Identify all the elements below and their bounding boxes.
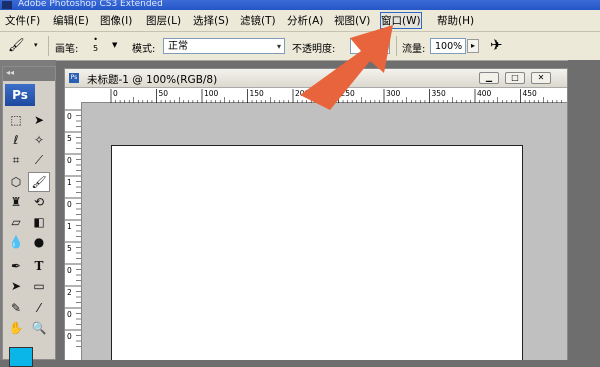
menu-analysis[interactable]: 分析(A) [287,13,323,28]
maximize-button[interactable]: □ [505,72,525,84]
document-icon: Ps [69,73,79,83]
ruler-v-tick-label: 5 [67,134,72,143]
mode-select[interactable]: 正常 ▾ [163,38,285,54]
ruler-h-tick-label: 350 [432,89,447,98]
brush-size-value: 5 [93,44,99,53]
type-tool-icon[interactable]: T [29,257,49,275]
brush-preset-icon[interactable]: 🖌 [8,38,25,53]
ruler-v-tick-label: 0 [67,156,72,165]
healing-brush-tool-icon[interactable]: ⬡ [6,173,26,191]
foreground-color-swatch[interactable] [9,347,33,367]
ruler-h-tick-label: 200 [295,89,310,98]
flow-label: 流量: [402,44,426,55]
ruler-origin[interactable] [65,88,82,103]
path-selection-tool-icon[interactable]: ➤ [6,277,26,295]
divider [396,36,397,56]
shape-tool-icon[interactable]: ▭ [29,277,49,295]
eraser-tool-icon[interactable]: ▱ [6,213,26,231]
blur-tool-icon[interactable]: 💧 [6,233,26,251]
history-brush-tool-icon[interactable]: ⟲ [29,193,49,211]
menu-layer[interactable]: 图层(L) [146,13,181,28]
magic-wand-tool-icon[interactable]: ✧ [29,131,49,149]
brush-size-preview[interactable]: • 5 [93,35,98,53]
window-title-bar: Adobe Photoshop CS3 Extended [0,0,600,10]
collapse-icon[interactable]: ◂◂ [6,68,14,77]
ruler-v-tick-label: 5 [67,244,72,253]
ruler-v-tick-label: 1 [67,222,72,231]
menu-select[interactable]: 选择(S) [193,13,229,28]
brush-picker-chevron-icon[interactable]: ▼ [112,41,117,49]
flow-value: 100% [435,41,463,52]
ruler-v-tick-label: 1 [67,178,72,187]
ruler-h-tick-label: 250 [341,89,356,98]
toolbox-header[interactable]: ◂◂ [3,67,55,81]
canvas[interactable] [111,145,523,360]
menu-image[interactable]: 图像(I) [100,13,132,28]
opacity-label: 不透明度: [292,44,336,55]
zoom-tool-icon[interactable]: 🔍 [29,319,49,337]
menu-help[interactable]: 帮助(H) [437,13,474,28]
document-window: Ps 未标题-1 @ 100%(RGB/8) ▁ □ ✕ 0 50 100 150 20… [64,68,568,360]
move-tool-icon[interactable]: ➤ [29,111,49,129]
menu-filter[interactable]: 滤镜(T) [240,13,276,28]
app-icon [2,1,12,9]
marquee-tool-icon[interactable]: ⬚ [6,111,26,129]
dodge-tool-icon[interactable]: ● [29,233,49,251]
options-bar: 🖌 ▾ 画笔: • 5 ▼ 模式: 正常 ▾ 不透明度: 流量: 100% ▸ ✈ [0,32,600,61]
hand-tool-icon[interactable]: ✋ [6,319,26,337]
document-title: 未标题-1 @ 100%(RGB/8) [87,74,218,86]
vertical-ruler-ticks: 0 5 0 1 0 1 5 0 2 0 0 [65,109,81,347]
flow-input[interactable]: 100% [430,38,466,54]
slice-tool-icon[interactable]: ⟋ [29,151,49,169]
pen-tool-icon[interactable]: ✒ [6,257,26,275]
brush-label: 画笔: [55,44,79,55]
clone-stamp-tool-icon[interactable]: ♜ [6,193,26,211]
mode-value: 正常 [168,41,188,52]
menu-bar: 文件(F) 编辑(E) 图像(I) 图层(L) 选择(S) 滤镜(T) 分析(A… [0,10,600,32]
window-title: Adobe Photoshop CS3 Extended [18,0,163,9]
ruler-h-tick-label: 300 [386,89,401,98]
ruler-h-tick-label: 150 [250,89,265,98]
ruler-v-tick-label: 0 [67,310,72,319]
horizontal-ruler[interactable]: 0 50 100 150 200 250 300 350 400 450 [81,88,567,103]
ruler-v-tick-label: 0 [67,332,72,341]
menu-file[interactable]: 文件(F) [5,13,40,28]
right-dock [568,60,600,360]
ruler-v-tick-label: 0 [67,266,72,275]
notes-tool-icon[interactable]: ✎ [6,299,26,317]
chevron-down-icon: ▾ [276,42,281,51]
canvas-area[interactable] [82,103,567,360]
menu-window[interactable]: 窗口(W) [380,12,422,29]
chevron-down-icon[interactable]: ▾ [34,41,38,49]
ruler-h-tick-label: 50 [159,89,169,98]
close-button[interactable]: ✕ [531,72,551,84]
ruler-h-tick-label: 0 [113,89,118,98]
vertical-ruler[interactable]: 0 5 0 1 0 1 5 0 2 0 0 [65,102,82,360]
document-title-bar[interactable]: Ps 未标题-1 @ 100%(RGB/8) ▁ □ ✕ [65,69,567,88]
eyedropper-tool-icon[interactable]: ⁄ [29,299,49,317]
flow-slider-button[interactable]: ▸ [467,39,479,53]
menu-edit[interactable]: 编辑(E) [53,13,89,28]
ps-logo[interactable]: Ps [5,84,35,106]
brush-tool-icon[interactable]: 🖌 [28,172,50,192]
airbrush-icon[interactable]: ✈ [490,36,503,54]
crop-tool-icon[interactable]: ⌗ [6,151,26,169]
ruler-h-tick-label: 450 [523,89,538,98]
lasso-tool-icon[interactable]: ℓ [6,131,26,149]
ruler-v-tick-label: 0 [67,112,72,121]
ruler-v-tick-label: 0 [67,200,72,209]
gradient-tool-icon[interactable]: ◧ [29,213,49,231]
toolbox: ◂◂ Ps ⬚ ➤ ℓ ✧ ⌗ ⟋ ⬡ 🖌 ♜ ⟲ ▱ ◧ 💧 ● ✒ T ➤ … [2,66,56,367]
ruler-h-tick-label: 100 [204,89,219,98]
minimize-button[interactable]: ▁ [479,72,499,84]
ruler-h-tick-label: 400 [477,89,492,98]
divider [48,36,49,56]
menu-view[interactable]: 视图(V) [334,13,370,28]
opacity-input[interactable] [350,38,390,54]
ruler-v-tick-label: 2 [67,288,72,297]
horizontal-ruler-ticks: 0 50 100 150 200 250 300 350 400 450 [110,89,562,103]
mode-label: 模式: [132,44,156,55]
